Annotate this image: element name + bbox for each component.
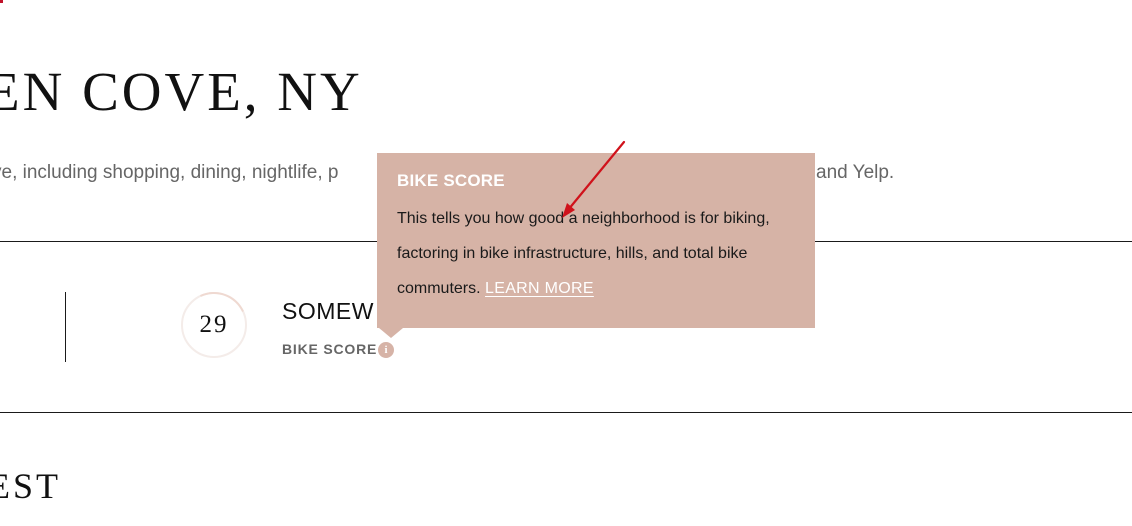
bike-score-label: BIKE SCORE: [282, 341, 378, 357]
tooltip-title: BIKE SCORE: [397, 171, 505, 190]
tooltip-body: This tells you how good a neighborhood i…: [397, 201, 777, 306]
bike-score-tooltip: BIKE SCORE This tells you how good a nei…: [377, 153, 815, 338]
description-text-left: ve, including shopping, dining, nightlif…: [0, 162, 339, 183]
page-title: EN COVE, NY: [0, 61, 363, 122]
page: EN COVE, NY ve, including shopping, dini…: [0, 0, 1132, 526]
bike-score-rating: SOMEW: [282, 298, 374, 324]
section-heading: EST: [0, 466, 62, 506]
info-icon[interactable]: i: [378, 342, 394, 358]
divider-bottom: [0, 412, 1132, 413]
description-text-right: and Yelp.: [816, 162, 895, 183]
learn-more-link[interactable]: LEARN MORE: [485, 280, 594, 297]
corner-mark: [0, 0, 3, 3]
vertical-divider: [65, 292, 66, 362]
bike-score-circle: 29: [171, 282, 257, 368]
score-progress-arc: [171, 282, 257, 368]
